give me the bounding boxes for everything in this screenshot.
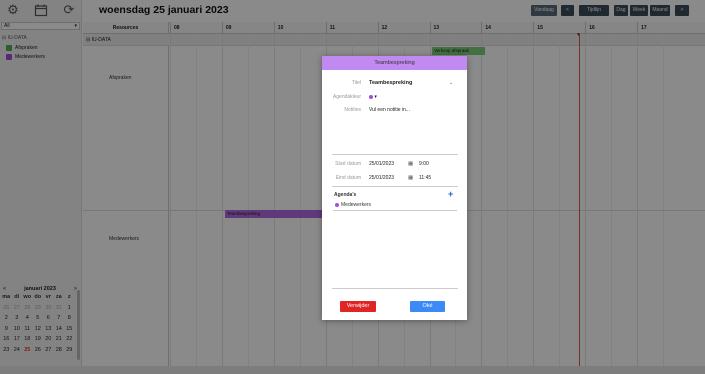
title-label: Titel <box>351 80 361 86</box>
calendar-icon[interactable]: ▦ <box>408 173 413 183</box>
event-dialog: Teambespreking Titel Teambespreking ⌄ Ag… <box>322 56 467 320</box>
start-date-input[interactable]: 25/01/2023 <box>369 159 394 169</box>
calendar-label: Agendakleur <box>332 94 361 100</box>
add-agenda-icon[interactable]: + <box>448 189 453 199</box>
chevron-down-icon[interactable]: ⌄ <box>449 78 453 88</box>
color-dot-icon <box>369 94 373 99</box>
calendar-row: Agendakleur ▾ <box>322 92 467 102</box>
end-row: Eind datum 25/01/2023 ▦ 11:45 <box>322 173 467 183</box>
title-input[interactable]: Teambespreking <box>369 78 412 88</box>
delete-button[interactable]: Verwijder <box>340 301 376 312</box>
notes-textarea[interactable]: Vul een notitie in... <box>369 105 410 115</box>
notes-row: Notities Vul een notitie in... <box>322 105 467 115</box>
start-label: Start datum <box>335 161 361 167</box>
dialog-header: Teambespreking <box>322 56 467 70</box>
chevron-down-icon: ▾ <box>374 94 377 100</box>
divider <box>332 288 458 289</box>
divider <box>332 154 458 155</box>
ok-button[interactable]: Oké <box>410 301 445 312</box>
color-dot-icon <box>335 203 339 207</box>
agendas-title: Agenda's <box>334 192 357 198</box>
agenda-item-label: Medewerkers <box>341 202 372 208</box>
end-time-input[interactable]: 11:45 <box>419 173 431 183</box>
calendar-icon[interactable]: ▦ <box>408 159 413 169</box>
start-time-input[interactable]: 9:00 <box>419 159 429 169</box>
start-row: Start datum 25/01/2023 ▦ 9:00 <box>322 159 467 169</box>
agenda-item[interactable]: Medewerkers <box>335 202 371 208</box>
title-row: Titel Teambespreking ⌄ <box>322 78 467 88</box>
end-date-input[interactable]: 25/01/2023 <box>369 173 394 183</box>
notes-label: Notities <box>344 107 361 113</box>
end-label: Eind datum <box>335 175 361 181</box>
divider <box>332 186 458 187</box>
divider <box>333 210 457 211</box>
calendar-color-select[interactable]: ▾ <box>369 92 377 102</box>
